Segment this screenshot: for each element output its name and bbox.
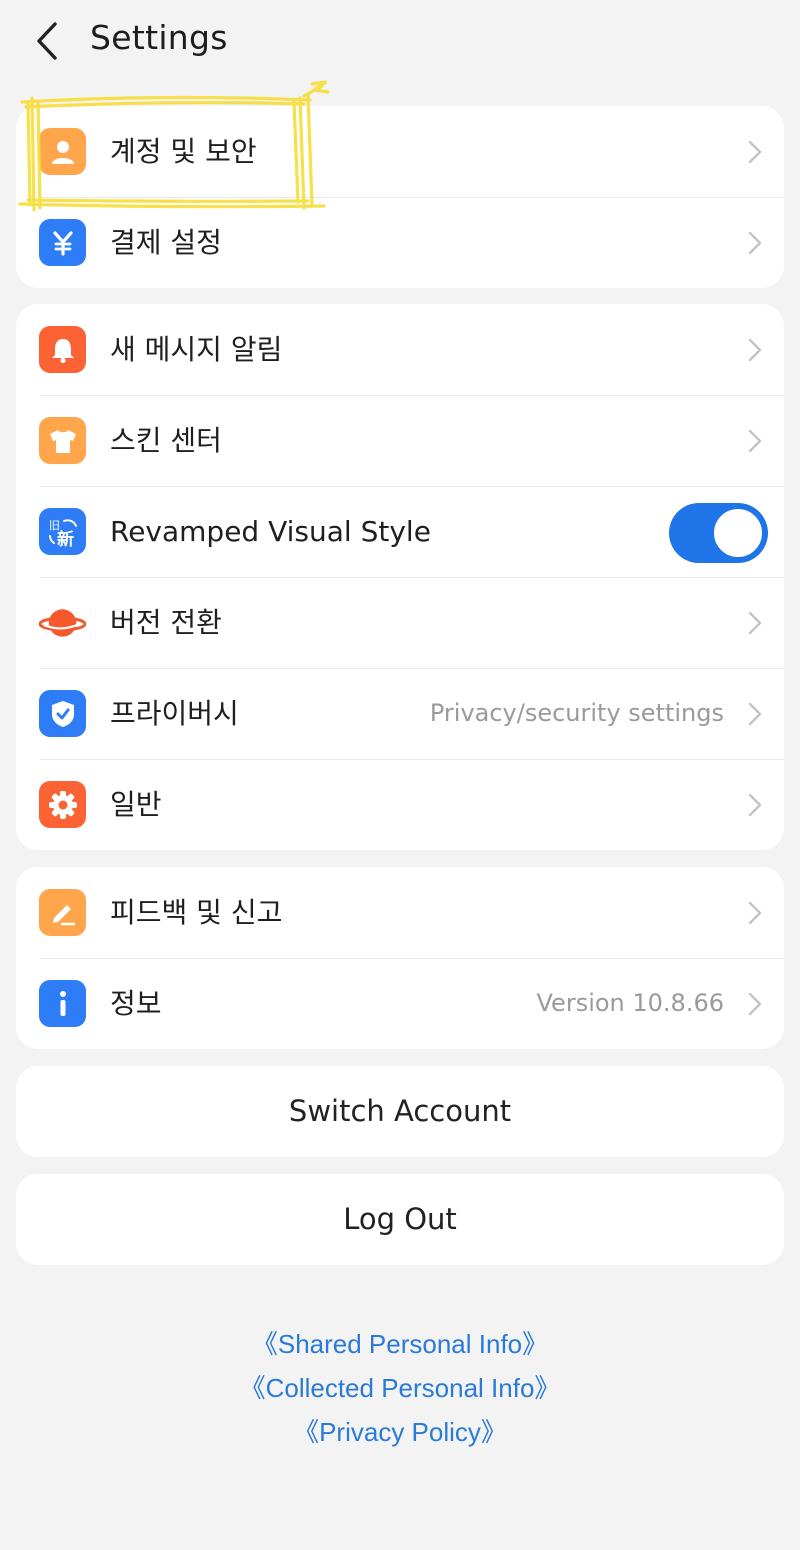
row-label: 결제 설정 bbox=[110, 226, 222, 259]
row-label: 프라이버시 bbox=[110, 697, 239, 730]
chevron-right-icon bbox=[748, 992, 762, 1016]
footer-links: 《Shared Personal Info》 《Collected Person… bbox=[0, 1322, 800, 1454]
old-new-icon: 旧 新 bbox=[39, 508, 86, 555]
bell-icon bbox=[39, 326, 86, 373]
row-payment-settings[interactable]: 결제 설정 bbox=[16, 197, 784, 288]
row-general[interactable]: 일반 bbox=[16, 759, 784, 850]
chevron-right-icon bbox=[748, 140, 762, 164]
back-button[interactable] bbox=[22, 16, 72, 66]
svg-text:新: 新 bbox=[57, 529, 74, 550]
header: Settings bbox=[0, 0, 800, 82]
row-feedback-report[interactable]: 피드백 및 신고 bbox=[16, 867, 784, 958]
info-icon bbox=[39, 980, 86, 1027]
shield-check-icon bbox=[39, 690, 86, 737]
settings-group-support: 피드백 및 신고 정보 Version 10.8.66 bbox=[16, 867, 784, 1049]
toggle-knob bbox=[712, 507, 764, 559]
person-icon bbox=[39, 128, 86, 175]
page-title: Settings bbox=[90, 18, 228, 57]
log-out-button[interactable]: Log Out bbox=[16, 1174, 784, 1265]
shirt-icon bbox=[39, 417, 86, 464]
planet-icon bbox=[39, 599, 86, 646]
row-privacy[interactable]: 프라이버시 Privacy/security settings bbox=[16, 668, 784, 759]
row-label: 계정 및 보안 bbox=[110, 135, 257, 168]
link-privacy-policy[interactable]: 《Privacy Policy》 bbox=[0, 1410, 800, 1454]
pencil-icon bbox=[39, 889, 86, 936]
chevron-right-icon bbox=[748, 702, 762, 726]
link-shared-personal-info[interactable]: 《Shared Personal Info》 bbox=[0, 1322, 800, 1366]
row-label: 스킨 센터 bbox=[110, 424, 222, 457]
row-account-security[interactable]: 계정 및 보안 bbox=[16, 106, 784, 197]
chevron-left-icon bbox=[37, 22, 57, 60]
switch-account-button[interactable]: Switch Account bbox=[16, 1066, 784, 1157]
chevron-right-icon bbox=[748, 901, 762, 925]
row-label: 피드백 및 신고 bbox=[110, 896, 283, 929]
chevron-right-icon bbox=[748, 793, 762, 817]
row-label: Revamped Visual Style bbox=[110, 515, 431, 548]
chevron-right-icon bbox=[748, 611, 762, 635]
row-revamped-visual-style: 旧 新 Revamped Visual Style bbox=[16, 486, 784, 577]
chevron-right-icon bbox=[748, 429, 762, 453]
row-version-switch[interactable]: 버전 전환 bbox=[16, 577, 784, 668]
row-label: 일반 bbox=[110, 788, 162, 821]
row-value: Privacy/security settings bbox=[429, 699, 724, 727]
revamped-style-toggle[interactable] bbox=[669, 503, 768, 563]
row-new-message-alerts[interactable]: 새 메시지 알림 bbox=[16, 304, 784, 395]
yen-icon bbox=[39, 219, 86, 266]
settings-group-preferences: 새 메시지 알림 스킨 센터 旧 新 Revamped Visual Style bbox=[16, 304, 784, 850]
gear-icon bbox=[39, 781, 86, 828]
row-label: 새 메시지 알림 bbox=[110, 333, 283, 366]
row-label: 정보 bbox=[110, 987, 162, 1020]
row-label: 버전 전환 bbox=[110, 606, 222, 639]
row-about[interactable]: 정보 Version 10.8.66 bbox=[16, 958, 784, 1049]
settings-group-account: 계정 및 보안 결제 설정 bbox=[16, 106, 784, 288]
chevron-right-icon bbox=[748, 231, 762, 255]
row-skin-center[interactable]: 스킨 센터 bbox=[16, 395, 784, 486]
row-value: Version 10.8.66 bbox=[536, 989, 725, 1017]
link-collected-personal-info[interactable]: 《Collected Personal Info》 bbox=[0, 1366, 800, 1410]
chevron-right-icon bbox=[748, 338, 762, 362]
